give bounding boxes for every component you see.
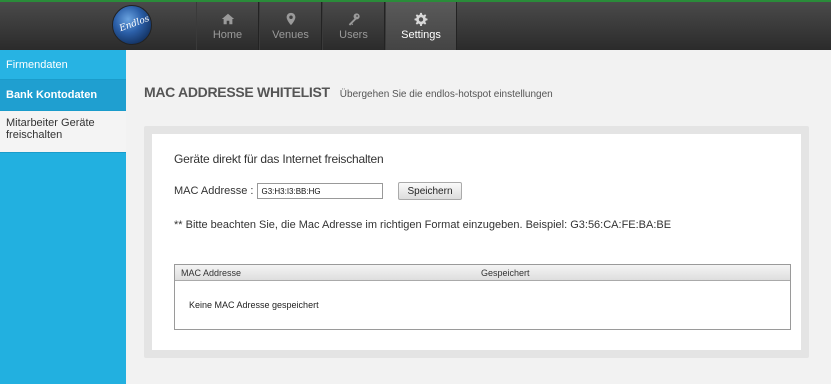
mac-address-input[interactable] bbox=[257, 183, 384, 199]
save-button[interactable]: Speichern bbox=[398, 182, 462, 200]
sidebar-item-label: Mitarbeiter Geräte freischalten bbox=[6, 117, 95, 141]
whitelist-panel: Geräte direkt für das Internet freischal… bbox=[144, 126, 809, 358]
mac-table: MAC Addresse Gespeichert Keine MAC Adres… bbox=[174, 264, 791, 330]
whitelist-panel-body: Geräte direkt für das Internet freischal… bbox=[152, 134, 801, 350]
nav-label-home: Home bbox=[212, 28, 243, 41]
nav-item-home[interactable]: Home bbox=[196, 2, 259, 50]
nav-label-venues: Venues bbox=[272, 28, 309, 41]
sidebar-item-bank-kontodaten[interactable]: Bank Kontodaten bbox=[0, 80, 126, 111]
logo[interactable]: Endlos bbox=[112, 5, 152, 45]
format-hint: ** Bitte beachten Sie, die Mac Adresse i… bbox=[174, 219, 672, 231]
main-content: MAC ADDRESSE WHITELIST Übergehen Sie die… bbox=[126, 50, 831, 384]
key-icon bbox=[348, 12, 360, 26]
page-subtitle: Übergehen Sie die endlos-hotspot einstel… bbox=[339, 89, 553, 100]
column-header-mac: MAC Addresse bbox=[181, 267, 242, 278]
sidebar-item-firmendaten[interactable]: Firmendaten bbox=[0, 50, 126, 80]
main-nav: Home Venues Users Settings bbox=[196, 2, 457, 50]
empty-message: Keine MAC Adresse gespeichert bbox=[189, 300, 319, 310]
nav-label-settings: Settings bbox=[401, 28, 441, 41]
home-icon bbox=[221, 13, 234, 24]
nav-item-users[interactable]: Users bbox=[322, 2, 385, 50]
sidebar-item-label: Firmendaten bbox=[6, 58, 68, 71]
column-header-saved: Gespeichert bbox=[481, 267, 530, 278]
logo-text: Endlos bbox=[118, 13, 151, 35]
sidebar-item-label: Bank Kontodaten bbox=[6, 89, 98, 101]
sidebar: Firmendaten Bank Kontodaten Mitarbeiter … bbox=[0, 50, 126, 384]
logo-area: Endlos bbox=[0, 2, 158, 50]
page-title: MAC ADDRESSE WHITELIST bbox=[144, 84, 330, 100]
panel-title: Geräte direkt für das Internet freischal… bbox=[174, 152, 384, 166]
gear-icon bbox=[414, 12, 428, 26]
mac-form-row: MAC Addresse : Speichern bbox=[174, 182, 462, 200]
nav-item-settings[interactable]: Settings bbox=[385, 2, 457, 50]
nav-label-users: Users bbox=[339, 28, 368, 41]
sidebar-item-mitarbeiter-geraete[interactable]: Mitarbeiter Geräte freischalten bbox=[0, 111, 126, 153]
top-navigation-bar: Endlos Home Venues Users Settings bbox=[0, 0, 831, 50]
mac-address-label: MAC Addresse : bbox=[174, 185, 254, 197]
nav-item-venues[interactable]: Venues bbox=[259, 2, 322, 50]
page-header: MAC ADDRESSE WHITELIST Übergehen Sie die… bbox=[144, 84, 553, 100]
table-empty-row: Keine MAC Adresse gespeichert bbox=[175, 281, 790, 329]
map-pin-icon bbox=[286, 12, 295, 25]
table-header: MAC Addresse Gespeichert bbox=[175, 265, 790, 281]
